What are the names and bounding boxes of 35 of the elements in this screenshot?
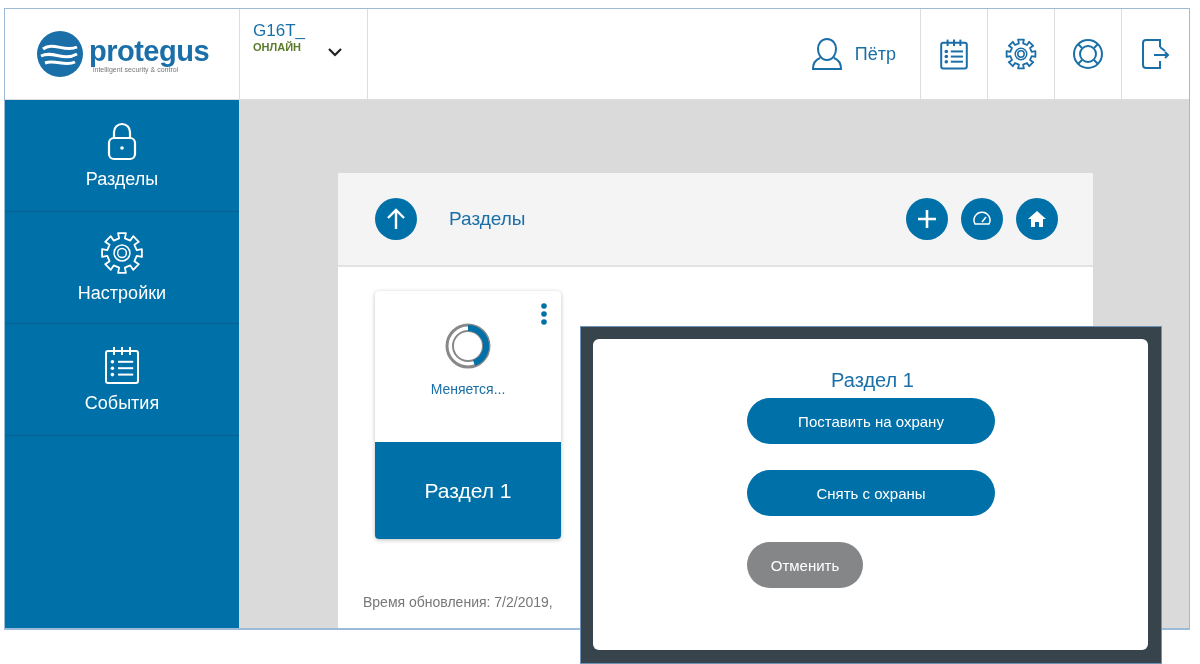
- logo-text: protegus: [88, 35, 210, 66]
- sidebar-item-label: Настройки: [77, 283, 167, 304]
- chevron-down-icon[interactable]: [327, 47, 343, 57]
- calendar-list-icon: [102, 345, 142, 385]
- home-icon: [1027, 209, 1047, 229]
- more-icon[interactable]: [541, 303, 547, 325]
- arrow-up-icon: [386, 208, 406, 230]
- section-card[interactable]: Меняется... Раздел 1: [375, 291, 561, 539]
- settings-icon: [1005, 38, 1037, 70]
- section-status: Меняется...: [430, 381, 506, 397]
- section-name: Раздел 1: [375, 442, 561, 539]
- lock-icon: [105, 121, 139, 161]
- action-button[interactable]: Снять с охраны: [747, 470, 995, 516]
- sidebar-item-label: События: [84, 393, 160, 414]
- user-icon[interactable]: [810, 37, 843, 71]
- cancel-button[interactable]: Отменить: [747, 542, 863, 588]
- lifebuoy-icon: [1072, 38, 1104, 70]
- home-button[interactable]: [1016, 198, 1058, 240]
- update-time: Время обновления: 7/2/2019,: [363, 594, 554, 610]
- plus-icon: [917, 209, 937, 229]
- speedometer-button[interactable]: [961, 198, 1003, 240]
- sidebar-item-label: Разделы: [85, 169, 159, 190]
- logout-icon: [1139, 38, 1172, 70]
- user-name[interactable]: Пётр: [854, 43, 896, 65]
- action-button[interactable]: Поставить на охрану: [747, 398, 995, 444]
- spinner-icon: [443, 321, 493, 371]
- events-icon: [938, 38, 970, 70]
- device-status: ОНЛАЙН: [253, 41, 302, 53]
- logo-icon: [34, 29, 85, 79]
- device-name: G16T_: [253, 21, 305, 41]
- dialog-title: Раздел 1: [830, 369, 915, 392]
- panel-title: Разделы: [449, 208, 527, 230]
- up-button[interactable]: [375, 198, 417, 240]
- gear-icon: [100, 231, 144, 275]
- add-button[interactable]: [906, 198, 948, 240]
